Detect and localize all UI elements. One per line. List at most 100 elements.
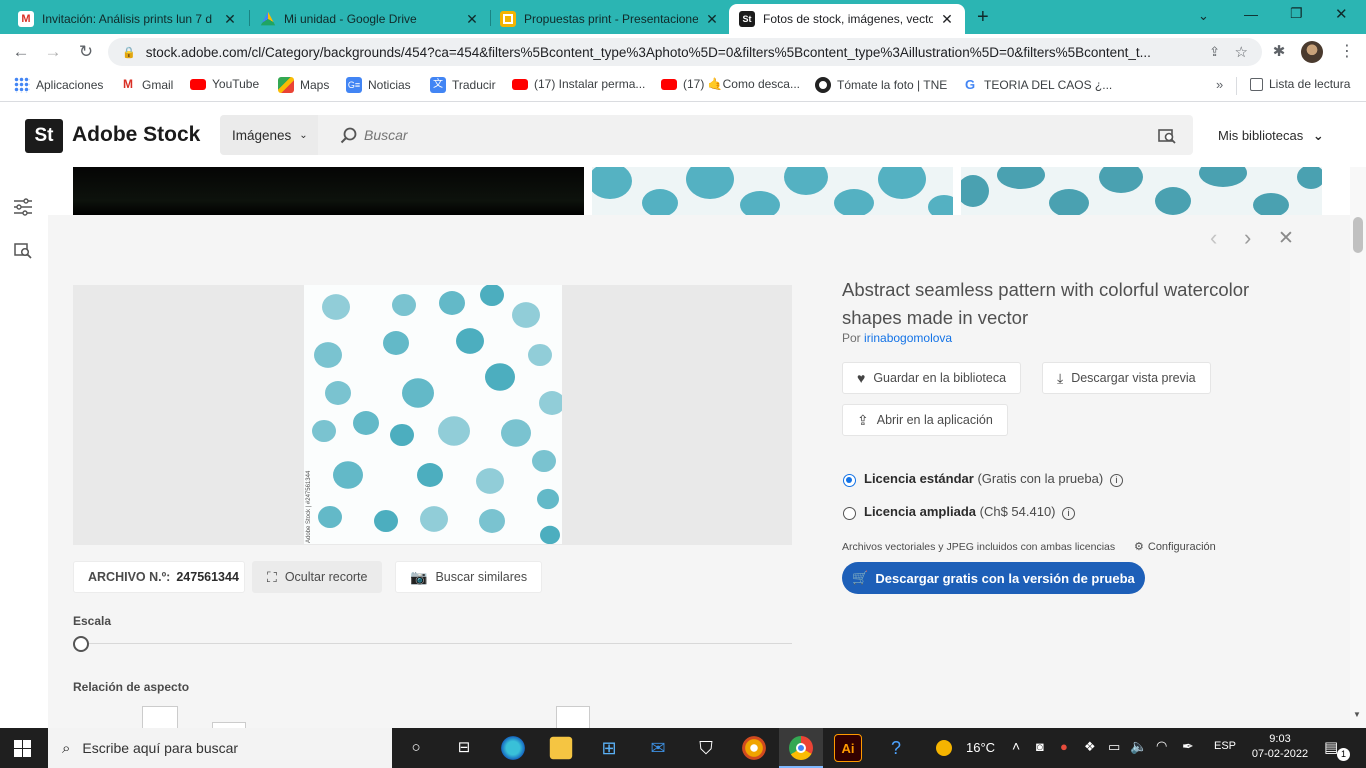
browser-tab-slides[interactable]: Propuestas print - Presentacione ✕ (490, 4, 730, 34)
address-bar[interactable]: 🔒 stock.adobe.com/cl/Category/background… (108, 38, 1262, 66)
asset-preview-image[interactable]: Adobe Stock | #247561344 (304, 285, 562, 544)
minimize-icon[interactable]: — (1244, 6, 1258, 22)
scrollbar-thumb[interactable] (1353, 217, 1363, 253)
browser-tab-drive[interactable]: Mi unidad - Google Drive ✕ (250, 4, 490, 34)
close-icon[interactable]: ✕ (704, 11, 720, 28)
formats-note: Archivos vectoriales y JPEG incluidos co… (842, 541, 1116, 553)
wifi-icon[interactable]: ◠ (1156, 738, 1167, 754)
bookmark-teoria[interactable]: G TEORIA DEL CAOS ¿... (962, 77, 1112, 93)
visual-search-icon[interactable] (14, 242, 33, 259)
open-in-app-button[interactable]: ⇪ Abrir en la aplicación (842, 404, 1008, 436)
tray-dropbox-icon[interactable]: ❖ (1084, 739, 1096, 755)
previous-asset-chevron-icon[interactable]: ‹ (1210, 225, 1217, 251)
camera-search-icon: 📷 (410, 568, 428, 585)
next-asset-chevron-icon[interactable]: › (1244, 225, 1251, 251)
search-bar: Imágenes ⌄ (220, 115, 1193, 155)
info-icon[interactable]: i (1062, 507, 1076, 520)
taskbar-search-box[interactable]: ⌕ Escribe aquí para buscar (48, 728, 392, 768)
tray-camera-icon[interactable]: ◙ (1036, 739, 1044, 754)
volume-icon[interactable]: 🔈 (1130, 738, 1147, 755)
reload-icon[interactable]: ↻ (75, 41, 97, 63)
bookmark-youtube-como[interactable]: (17) 🤙Como desca... (661, 77, 800, 91)
bookmark-traducir[interactable]: 文 Traducir (430, 77, 496, 93)
maps-icon (278, 77, 294, 93)
search-input[interactable] (364, 123, 1144, 147)
bookmarks-overflow-icon[interactable]: » (1216, 77, 1223, 92)
menu-kebab-icon[interactable]: ⋮ (1336, 41, 1358, 63)
browser-tab-adobe-stock[interactable]: St Fotos de stock, imágenes, vecto ✕ (729, 4, 965, 34)
settings-link[interactable]: ⚙ Configuración (1134, 540, 1216, 553)
bookmark-maps[interactable]: Maps (278, 77, 329, 93)
my-libraries-menu[interactable]: Mis bibliotecas ⌄ (1218, 128, 1324, 144)
edge-browser-icon[interactable] (501, 736, 525, 760)
task-view-icon[interactable]: ⊟ (450, 734, 478, 762)
thumbnail-dark-background[interactable] (73, 167, 584, 215)
bookmark-youtube[interactable]: YouTube (190, 77, 259, 91)
illustrator-icon[interactable]: Ai (834, 734, 862, 762)
author-link[interactable]: irinabogomolova (864, 331, 952, 345)
hide-crop-button[interactable]: ⛶ Ocultar recorte (252, 561, 383, 593)
open-external-icon: ⇪ (857, 411, 869, 428)
bookmark-noticias[interactable]: G≡ Noticias (346, 77, 411, 93)
bookmark-gmail[interactable]: M Gmail (120, 77, 173, 93)
share-icon[interactable]: ⇪ (1209, 44, 1220, 60)
find-similar-button[interactable]: 📷 Buscar similares (395, 561, 543, 593)
close-detail-icon[interactable]: ✕ (1278, 227, 1294, 250)
license-standard-radio[interactable] (843, 474, 856, 487)
forward-arrow-icon[interactable]: → (42, 41, 64, 63)
license-extended-label[interactable]: Licencia ampliada (Ch$ 54.410) i (864, 504, 1076, 520)
bookmark-youtube-instalar[interactable]: (17) Instalar perma... (512, 77, 645, 91)
restore-icon[interactable]: ❐ (1290, 5, 1303, 22)
thumbnail-watercolor-pattern-2[interactable] (961, 167, 1322, 215)
scroll-down-arrow-icon[interactable]: ▼ (1353, 710, 1361, 719)
back-arrow-icon[interactable]: ← (10, 41, 32, 63)
chrome-taskbar-button[interactable] (779, 728, 823, 768)
close-icon[interactable]: ✕ (222, 11, 238, 28)
logo-text[interactable]: Adobe Stock (72, 123, 200, 147)
battery-icon[interactable]: ▭ (1108, 739, 1120, 755)
bookmark-apps[interactable]: Aplicaciones (14, 77, 103, 93)
tray-app-icon[interactable]: ● (1060, 739, 1068, 754)
clock[interactable]: 9:03 07-02-2022 (1248, 732, 1312, 762)
profile-avatar[interactable] (1301, 41, 1323, 63)
license-standard-label[interactable]: Licencia estándar (Gratis con la prueba)… (864, 471, 1123, 487)
tab-title: Propuestas print - Presentacione (524, 12, 698, 26)
temperature-text[interactable]: 16°C (966, 740, 995, 755)
asset-type-select[interactable]: Imágenes ⌄ (220, 115, 318, 155)
microsoft-store-icon[interactable]: ⊞ (595, 734, 623, 762)
new-tab-plus-icon[interactable]: + (977, 6, 989, 29)
scale-track[interactable] (73, 643, 792, 644)
aspect-option-square[interactable] (142, 706, 178, 728)
bookmark-tne[interactable]: Tómate la foto | TNE (815, 77, 947, 93)
browser-tab-gmail[interactable]: M Invitación: Análisis prints lun 7 d ✕ (8, 4, 248, 34)
tab-search-chevron-icon[interactable]: ⌄ (1198, 8, 1209, 24)
file-explorer-icon[interactable] (549, 736, 573, 760)
close-icon[interactable]: ✕ (939, 11, 955, 28)
pen-icon[interactable]: ✒ (1182, 738, 1194, 755)
adobe-stock-logo-icon[interactable]: St (25, 119, 63, 153)
visual-search-icon[interactable] (1158, 127, 1176, 144)
reading-list-button[interactable]: Lista de lectura (1250, 77, 1350, 91)
tray-chevron-up-icon[interactable]: ˄ (1012, 738, 1020, 754)
aspect-option-portrait[interactable] (556, 706, 590, 728)
download-preview-button[interactable]: ⤓ Descargar vista previa (1042, 362, 1211, 394)
watercolor-dot (528, 343, 552, 367)
info-icon[interactable]: i (1109, 474, 1123, 487)
app-shield-icon[interactable]: ⛉ (692, 734, 720, 762)
save-to-library-button[interactable]: ♥ Guardar en la biblioteca (842, 362, 1022, 394)
extensions-puzzle-icon[interactable]: ✱ (1268, 41, 1290, 63)
windows-start-icon[interactable] (14, 740, 31, 757)
filters-sliders-icon[interactable] (13, 198, 33, 216)
mail-icon[interactable]: ✉ (644, 734, 672, 762)
license-extended-radio[interactable] (843, 507, 856, 520)
close-icon[interactable]: ✕ (464, 11, 480, 28)
thumbnail-watercolor-pattern[interactable] (592, 167, 953, 215)
language-indicator[interactable]: ESP (1214, 740, 1236, 752)
app-orange-icon[interactable] (742, 736, 766, 760)
scale-slider-handle[interactable] (73, 636, 89, 652)
download-trial-button[interactable]: 🛒 Descargar gratis con la versión de prue… (842, 562, 1145, 594)
window-close-icon[interactable]: ✕ (1335, 5, 1348, 23)
bookmark-star-icon[interactable]: ☆ (1235, 43, 1248, 61)
help-icon[interactable]: ? (882, 734, 910, 762)
cortana-circle-icon[interactable]: ○ (402, 734, 430, 762)
